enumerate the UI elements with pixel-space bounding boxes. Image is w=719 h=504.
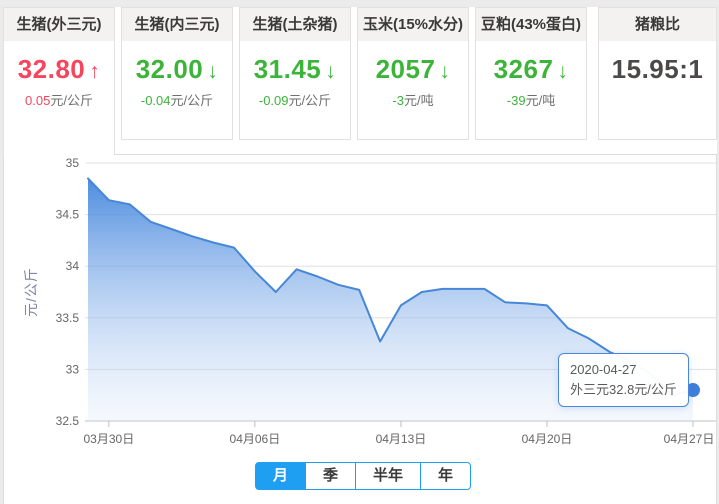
change-unit: 元/公斤	[50, 93, 93, 108]
price-card-tuzazhu[interactable]: 生猪(土杂猪) 31.45 ↓ -0.09元/公斤	[239, 7, 351, 140]
card-title: 玉米(15%水分)	[358, 8, 468, 41]
card-value: 15.95:1	[599, 54, 716, 85]
card-title: 生猪(内三元)	[122, 8, 232, 41]
change-value: 0.05	[25, 93, 51, 108]
value-text: 15.95:1	[611, 54, 704, 84]
card-change: 0.05元/公斤	[4, 90, 114, 109]
value-text: 2057	[375, 54, 436, 84]
change-unit: 元/公斤	[170, 93, 214, 108]
change-unit: 元/吨	[403, 93, 434, 108]
card-value: 31.45 ↓	[240, 54, 350, 85]
card-value: 3267 ↓	[476, 54, 586, 85]
price-card-hog-grain-ratio[interactable]: 猪粮比 15.95:1	[598, 7, 717, 140]
change-unit: 元/吨	[525, 93, 556, 108]
tooltip-value: 外三元32.8元/公斤	[570, 382, 677, 398]
card-value: 2057 ↓	[358, 54, 468, 85]
card-title: 豆粕(43%蛋白)	[476, 8, 586, 41]
change-value: -0.09	[258, 93, 289, 108]
price-card-waisanyuan[interactable]: 生猪(外三元) 32.80 ↑ 0.05元/公斤	[3, 7, 115, 155]
page-frame	[0, 0, 719, 7]
down-arrow-icon: ↓	[325, 60, 337, 83]
change-value: -39	[506, 93, 526, 108]
tooltip-date: 2020-04-27	[570, 362, 637, 377]
tab-half-year[interactable]: 半年	[355, 462, 422, 490]
price-card-soybean-meal[interactable]: 豆粕(43%蛋白) 3267 ↓ -39元/吨	[475, 7, 587, 140]
value-text: 32.80	[17, 54, 86, 84]
period-tabs: 月 季 半年 年	[255, 462, 472, 490]
down-arrow-icon: ↓	[207, 60, 219, 83]
card-change: -0.09元/公斤	[240, 90, 350, 109]
change-value: -3	[392, 93, 404, 108]
tab-year[interactable]: 年	[420, 462, 472, 490]
card-title: 猪粮比	[599, 8, 716, 41]
card-change: -0.04元/公斤	[122, 90, 232, 109]
down-arrow-icon: ↓	[557, 60, 569, 83]
price-card-corn[interactable]: 玉米(15%水分) 2057 ↓ -3元/吨	[357, 7, 469, 140]
value-text: 3267	[493, 54, 554, 84]
change-value: -0.04	[140, 93, 171, 108]
change-unit: 元/公斤	[288, 93, 332, 108]
price-card-neisanyuan[interactable]: 生猪(内三元) 32.00 ↓ -0.04元/公斤	[121, 7, 233, 140]
chart-tooltip: 2020-04-27 外三元32.8元/公斤	[558, 353, 689, 408]
card-title: 生猪(外三元)	[4, 8, 114, 41]
card-value: 32.80 ↑	[4, 54, 114, 85]
card-value: 32.00 ↓	[122, 54, 232, 85]
value-text: 31.45	[253, 54, 322, 84]
page-frame	[0, 0, 3, 504]
chart-panel	[3, 154, 717, 504]
down-arrow-icon: ↓	[439, 60, 451, 83]
tab-month[interactable]: 月	[255, 462, 307, 490]
tab-quarter[interactable]: 季	[305, 462, 357, 490]
card-change: -3元/吨	[358, 90, 468, 109]
value-text: 32.00	[135, 54, 204, 84]
card-title: 生猪(土杂猪)	[240, 8, 350, 41]
card-change: -39元/吨	[476, 90, 586, 109]
up-arrow-icon: ↑	[89, 60, 101, 83]
